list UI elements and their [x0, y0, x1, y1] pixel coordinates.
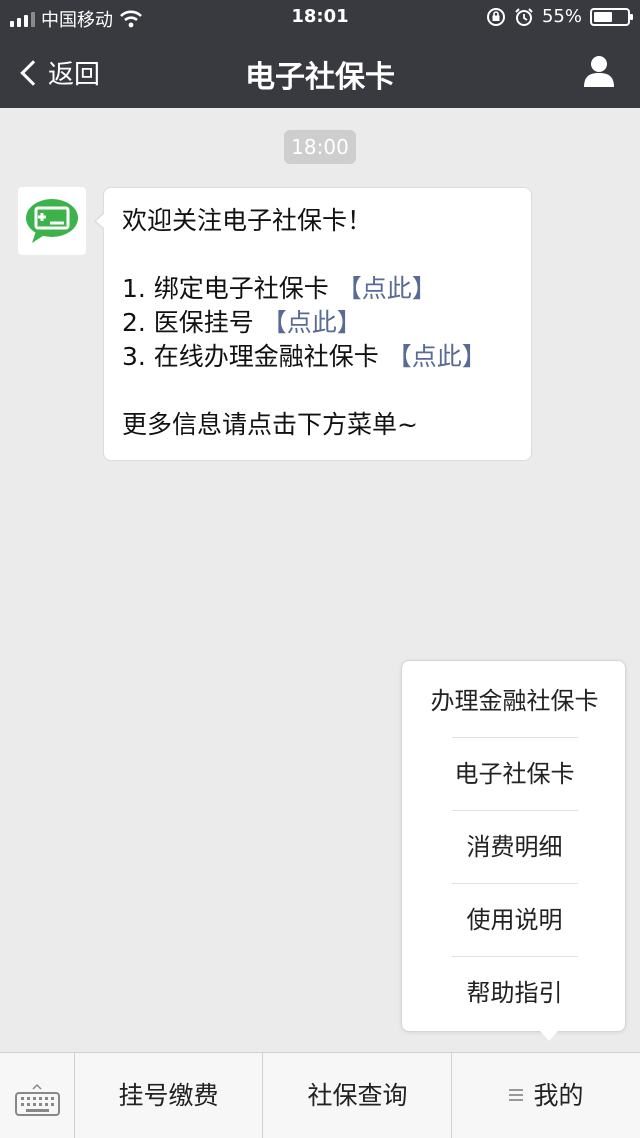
tab-mine-label: 我的	[533, 1081, 584, 1110]
menu-item-spending-details[interactable]: 消费明细	[402, 811, 627, 884]
battery-icon	[590, 7, 633, 26]
message-item-text: 2. 医保挂号	[122, 308, 262, 337]
medical-registration-link[interactable]: 【点此】	[262, 308, 362, 337]
tab-mine[interactable]: 我的	[453, 1053, 640, 1138]
message-item-text: 3. 在线办理金融社保卡	[122, 342, 387, 371]
message-item: 1. 绑定电子社保卡 【点此】	[122, 272, 513, 306]
battery-percent: 55%	[541, 6, 582, 27]
official-account-avatar[interactable]	[18, 187, 86, 255]
status-bar: 中国移动 18:01 55%	[0, 0, 640, 36]
alarm-icon	[515, 7, 533, 26]
bind-card-link[interactable]: 【点此】	[337, 274, 437, 303]
top-bar: 中国移动 18:01 55% 返回 电子社保卡	[0, 0, 640, 108]
bottom-menu-bar: 挂号缴费 社保查询 我的	[0, 1052, 640, 1138]
message-timestamp: 18:00	[284, 130, 356, 164]
message-bubble: 欢迎关注电子社保卡！ 1. 绑定电子社保卡 【点此】 2. 医保挂号 【点此】 …	[94, 187, 532, 461]
menu-item-instructions[interactable]: 使用说明	[402, 884, 627, 957]
nav-bar: 返回 电子社保卡	[0, 36, 640, 108]
financial-card-link[interactable]: 【点此】	[387, 342, 487, 371]
submenu-popup: 办理金融社保卡 电子社保卡 消费明细 使用说明 帮助指引	[401, 660, 627, 1041]
menu-item-e-card[interactable]: 电子社保卡	[402, 738, 627, 811]
menu-item-financial-card[interactable]: 办理金融社保卡	[402, 665, 627, 738]
tab-registration-payment[interactable]: 挂号缴费	[75, 1053, 263, 1138]
status-right: 55%	[486, 6, 633, 27]
keyboard-icon	[15, 1083, 60, 1116]
keyboard-toggle-button[interactable]	[0, 1053, 75, 1138]
person-icon[interactable]	[582, 54, 616, 88]
message-greeting: 欢迎关注电子社保卡！	[122, 206, 373, 235]
menu-item-help[interactable]: 帮助指引	[402, 957, 627, 1030]
message-item: 3. 在线办理金融社保卡 【点此】	[122, 340, 513, 374]
orientation-lock-icon	[486, 7, 505, 26]
battery-fill	[594, 11, 612, 22]
message-item: 2. 医保挂号 【点此】	[122, 306, 513, 340]
message-item-text: 1. 绑定电子社保卡	[122, 274, 337, 303]
page-title: 电子社保卡	[245, 60, 395, 95]
tab-social-security-query[interactable]: 社保查询	[264, 1053, 452, 1138]
card-plus-icon	[26, 199, 78, 243]
message-footer: 更多信息请点击下方菜单~	[122, 410, 418, 439]
menu-lines-icon	[509, 1089, 524, 1101]
